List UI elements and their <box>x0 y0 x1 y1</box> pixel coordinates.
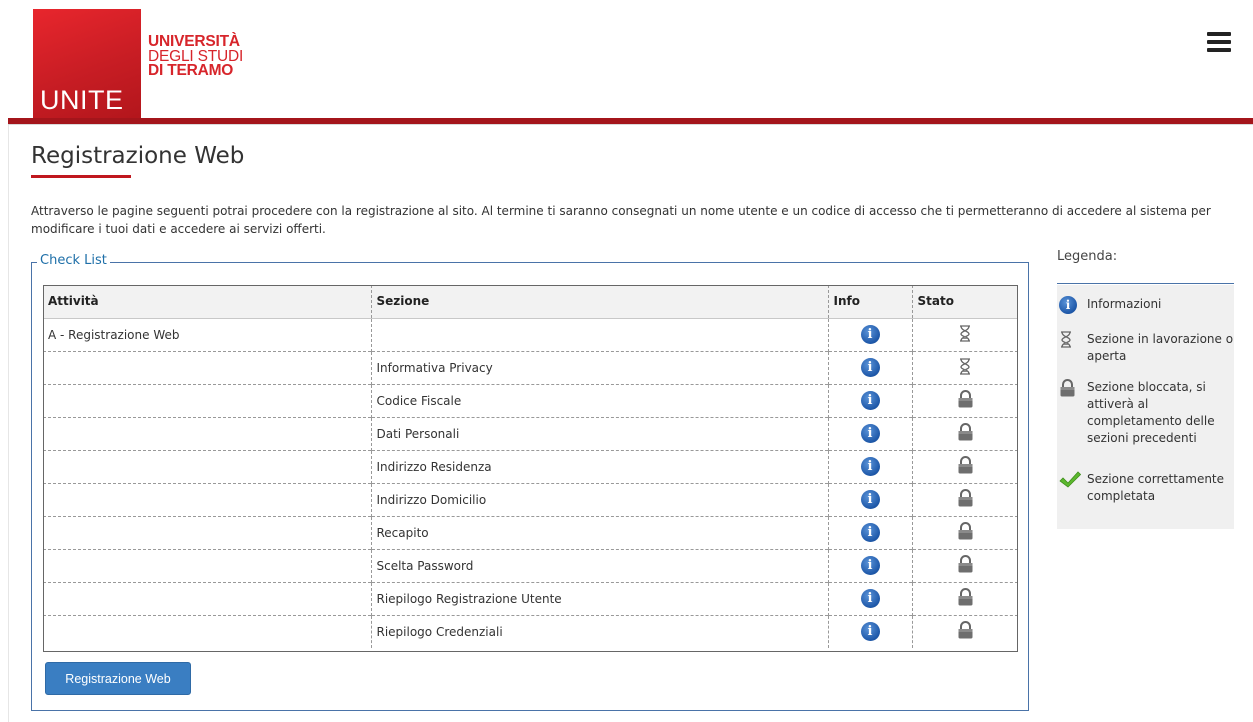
hamburger-menu-icon[interactable] <box>1207 32 1231 52</box>
side-legend-title: Legenda: <box>1057 249 1234 285</box>
side-legend-divider <box>1057 283 1234 284</box>
info-icon[interactable]: i <box>860 589 880 608</box>
cell-info: i <box>827 449 912 483</box>
cell-sezione <box>370 318 828 351</box>
info-icon[interactable]: i <box>860 523 880 542</box>
legend-item-label: Sezione bloccata, si attiverà al complet… <box>1087 380 1215 445</box>
cell-attivita <box>43 449 371 483</box>
table-row: Recapito i <box>43 515 1018 549</box>
cell-attivita: A - Registrazione Web <box>48 327 180 342</box>
table-row: Indirizzo Residenza i <box>43 449 1018 483</box>
logo-line-3: DI TERAMO <box>148 62 234 79</box>
cell-stato <box>911 383 1018 417</box>
column-header-attivita: Attività <box>43 285 371 319</box>
header-divider <box>8 124 1253 125</box>
cell-info: i <box>827 350 912 384</box>
table-row: Indirizzo Domicilio i <box>43 482 1018 516</box>
cell-attivita <box>43 416 371 450</box>
hourglass-icon <box>958 357 972 378</box>
table-row: Riepilogo Credenziali i <box>43 614 1018 648</box>
logo-unite-text: UNITE <box>40 85 124 115</box>
registrazione-web-button[interactable]: Registrazione Web <box>45 662 191 695</box>
table-row: A - Registrazione Web i <box>43 318 1018 351</box>
cell-sezione: Indirizzo Residenza <box>370 449 828 483</box>
legend-item-label: Sezione correttamente completata <box>1087 472 1225 503</box>
cell-info: i <box>827 416 912 450</box>
cell-attivita <box>43 515 371 549</box>
cell-info: i <box>827 614 912 648</box>
lock-icon <box>957 423 974 444</box>
info-icon: i <box>1059 296 1079 314</box>
cell-attivita <box>43 581 371 615</box>
column-header-sezione: Sezione <box>370 285 828 319</box>
cell-sezione: Riepilogo Credenziali <box>370 614 828 648</box>
cell-attivita <box>43 350 371 384</box>
cell-sezione: Riepilogo Registrazione Utente <box>370 581 828 615</box>
cell-stato <box>911 482 1018 516</box>
cell-sezione: Informativa Privacy <box>370 350 828 384</box>
intro-text: Attraverso le pagine seguenti potrai pro… <box>31 204 1211 236</box>
cell-stato <box>911 548 1018 582</box>
legend-item-label: Sezione in lavorazione o aperta <box>1087 332 1234 363</box>
column-header-info: Info <box>827 285 912 319</box>
side-legend: Legenda: i Informazioni Sezione in lavor… <box>1057 249 1234 529</box>
table-row: Codice Fiscale i <box>43 383 1018 417</box>
info-icon[interactable]: i <box>860 622 880 642</box>
cell-stato <box>911 614 1018 648</box>
cell-attivita <box>43 548 371 582</box>
lock-icon <box>957 456 974 477</box>
table-header-row: Attività Sezione Info Stato <box>43 285 1018 319</box>
cell-attivita <box>43 614 371 648</box>
cell-info: i <box>827 482 912 516</box>
legend-item-label: Informazioni <box>1087 297 1162 311</box>
info-icon[interactable]: i <box>860 457 880 476</box>
info-icon[interactable]: i <box>860 490 880 509</box>
lock-icon <box>957 489 974 510</box>
lock-icon <box>957 588 974 609</box>
cell-stato <box>911 416 1018 450</box>
table-row: Informativa Privacy i <box>43 350 1018 384</box>
cell-stato <box>911 449 1018 483</box>
info-icon[interactable]: i <box>860 556 880 575</box>
lock-icon <box>957 555 974 576</box>
lock-icon <box>957 621 974 642</box>
hourglass-icon <box>1059 331 1079 353</box>
cell-info: i <box>827 515 912 549</box>
logo-university-name: UNIVERSITÀ DEGLI STUDI DI TERAMO <box>148 34 243 79</box>
cell-info: i <box>827 318 912 351</box>
checkmark-icon <box>1059 471 1082 494</box>
info-icon[interactable]: i <box>860 325 880 344</box>
checklist-table: Attività Sezione Info Stato A - Registra… <box>43 285 1018 648</box>
cell-info: i <box>827 581 912 615</box>
page-title: Registrazione Web <box>31 143 245 169</box>
info-icon[interactable]: i <box>860 391 880 410</box>
university-logo[interactable]: UNITE <box>33 9 141 118</box>
cell-stato <box>911 515 1018 549</box>
cell-info: i <box>827 383 912 417</box>
cell-sezione: Recapito <box>370 515 828 549</box>
table-row: Riepilogo Registrazione Utente i <box>43 581 1018 615</box>
table-row: Dati Personali i <box>43 416 1018 450</box>
cell-stato <box>911 318 1018 351</box>
title-underline <box>31 175 131 178</box>
cell-sezione: Scelta Password <box>370 548 828 582</box>
info-icon[interactable]: i <box>860 424 880 443</box>
cell-attivita <box>43 383 371 417</box>
lock-icon <box>1059 379 1079 402</box>
cell-sezione: Codice Fiscale <box>370 383 828 417</box>
cell-stato <box>911 350 1018 384</box>
cell-info: i <box>827 548 912 582</box>
cell-stato <box>911 581 1018 615</box>
table-row: Scelta Password i <box>43 548 1018 582</box>
hourglass-icon <box>958 324 972 345</box>
header: UNITE UNIVERSITÀ DEGLI STUDI DI TERAMO <box>8 0 1253 118</box>
cell-sezione: Dati Personali <box>370 416 828 450</box>
cell-sezione: Indirizzo Domicilio <box>370 482 828 516</box>
lock-icon <box>957 390 974 411</box>
lock-icon <box>957 522 974 543</box>
cell-attivita <box>43 482 371 516</box>
checklist-legend: Check List <box>37 253 110 268</box>
info-icon[interactable]: i <box>860 358 880 377</box>
column-header-stato: Stato <box>911 285 1018 319</box>
